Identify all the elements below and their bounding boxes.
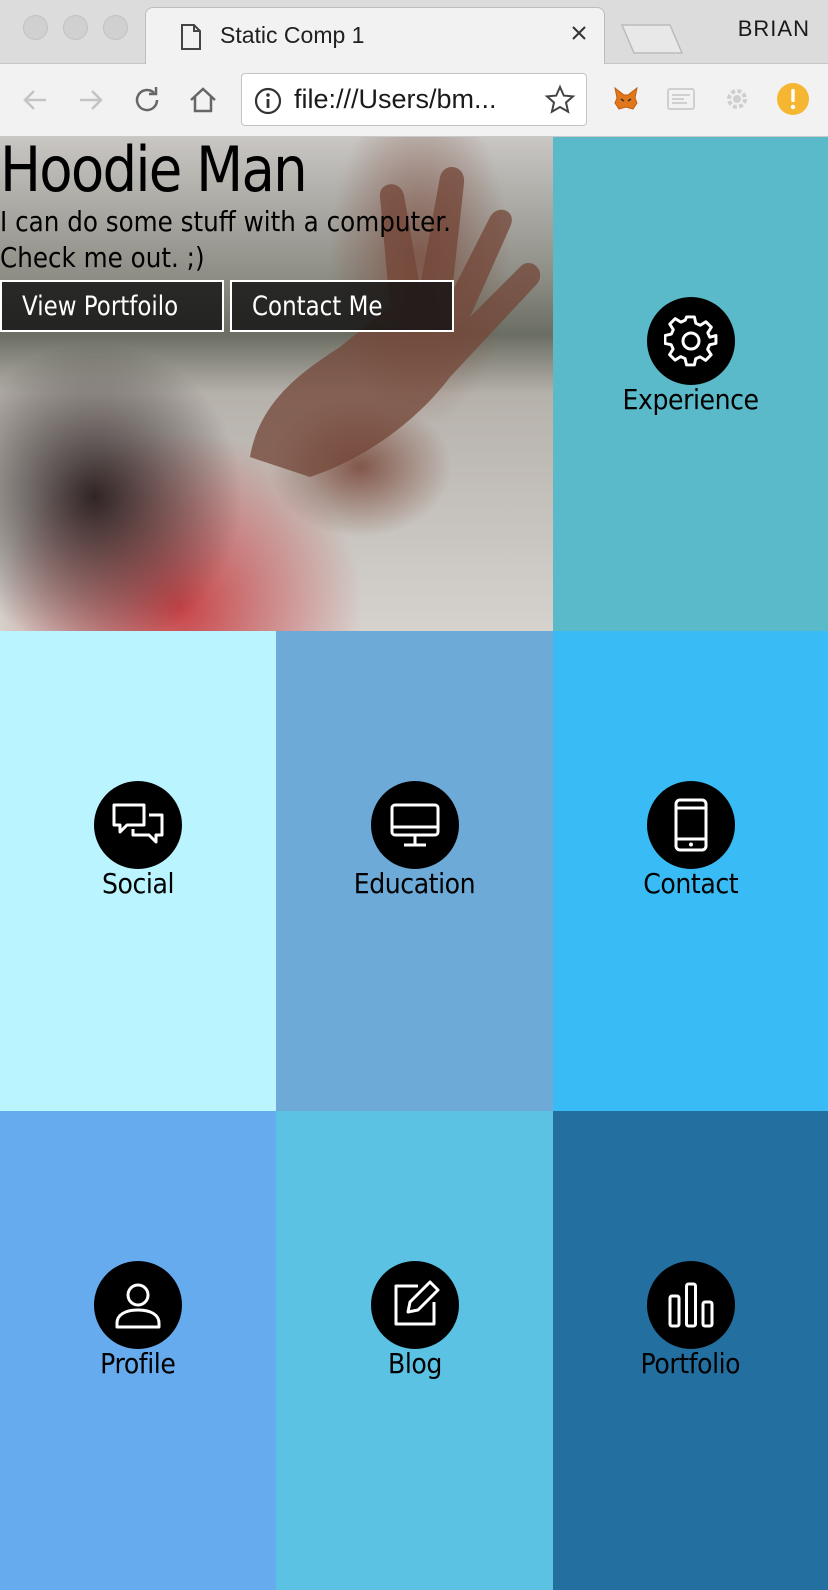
view-portfolio-button[interactable]: View Portfoilo: [0, 280, 224, 332]
new-tab-button[interactable]: [620, 22, 684, 56]
desktop-icon: [370, 781, 459, 869]
tile-label-profile: Profile: [100, 1347, 176, 1380]
metamask-fox-icon[interactable]: [609, 82, 643, 116]
tab-title: Static Comp 1: [220, 22, 365, 48]
url-text[interactable]: file:///Users/bm...: [294, 84, 497, 115]
tile-label-social: Social: [101, 867, 174, 900]
tile-contact[interactable]: Contact: [553, 631, 828, 1111]
contact-me-label: Contact Me: [252, 290, 383, 322]
tile-blog[interactable]: Blog: [276, 1111, 553, 1590]
tile-education[interactable]: Education: [276, 631, 553, 1111]
view-portfolio-label: View Portfoilo: [22, 290, 179, 322]
hero-title: Hoodie Man: [0, 137, 308, 206]
mobile-phone-icon: [646, 781, 735, 869]
browser-toolbar: file:///Users/bm...: [0, 64, 828, 137]
window-close-button[interactable]: [23, 15, 48, 40]
reload-icon[interactable]: [127, 80, 167, 120]
forward-icon[interactable]: [71, 80, 111, 120]
tab-close-icon[interactable]: [566, 20, 592, 46]
home-icon[interactable]: [183, 80, 223, 120]
tile-label-contact: Contact: [643, 867, 738, 900]
settings-extension-icon[interactable]: [720, 82, 754, 116]
tile-profile[interactable]: Profile: [0, 1111, 276, 1590]
edit-icon: [370, 1261, 459, 1349]
bookmark-star-icon[interactable]: [544, 84, 576, 120]
document-icon: [180, 24, 202, 54]
tile-social[interactable]: Social: [0, 631, 276, 1111]
hero-section: Hoodie Man I can do some stuff with a co…: [0, 137, 553, 631]
tile-label-blog: Blog: [387, 1347, 442, 1380]
cast-icon[interactable]: [664, 82, 698, 116]
hero-subtitle: I can do some stuff with a computer. Che…: [0, 205, 452, 274]
browser-titlebar: Static Comp 1 BRIAN: [0, 0, 828, 65]
address-bar[interactable]: file:///Users/bm...: [241, 73, 587, 126]
tile-label-education: Education: [353, 867, 476, 900]
info-icon[interactable]: [254, 87, 282, 119]
alert-extension-icon[interactable]: [776, 82, 810, 116]
gear-icon: [646, 297, 735, 385]
tile-label-experience: Experience: [622, 383, 759, 416]
tile-portfolio[interactable]: Portfolio: [553, 1111, 828, 1590]
chat-bubbles-icon: [94, 781, 182, 869]
browser-tab[interactable]: Static Comp 1: [145, 7, 605, 65]
window-maximize-button[interactable]: [103, 15, 128, 40]
profile-name[interactable]: BRIAN: [738, 16, 810, 42]
back-icon[interactable]: [15, 80, 55, 120]
window-minimize-button[interactable]: [63, 15, 88, 40]
contact-me-button[interactable]: Contact Me: [230, 280, 454, 332]
bar-chart-icon: [646, 1261, 735, 1349]
tile-label-portfolio: Portfolio: [640, 1347, 741, 1380]
user-icon: [94, 1261, 182, 1349]
page-content: Hoodie Man I can do some stuff with a co…: [0, 137, 828, 1590]
tile-experience[interactable]: Experience: [553, 137, 828, 631]
